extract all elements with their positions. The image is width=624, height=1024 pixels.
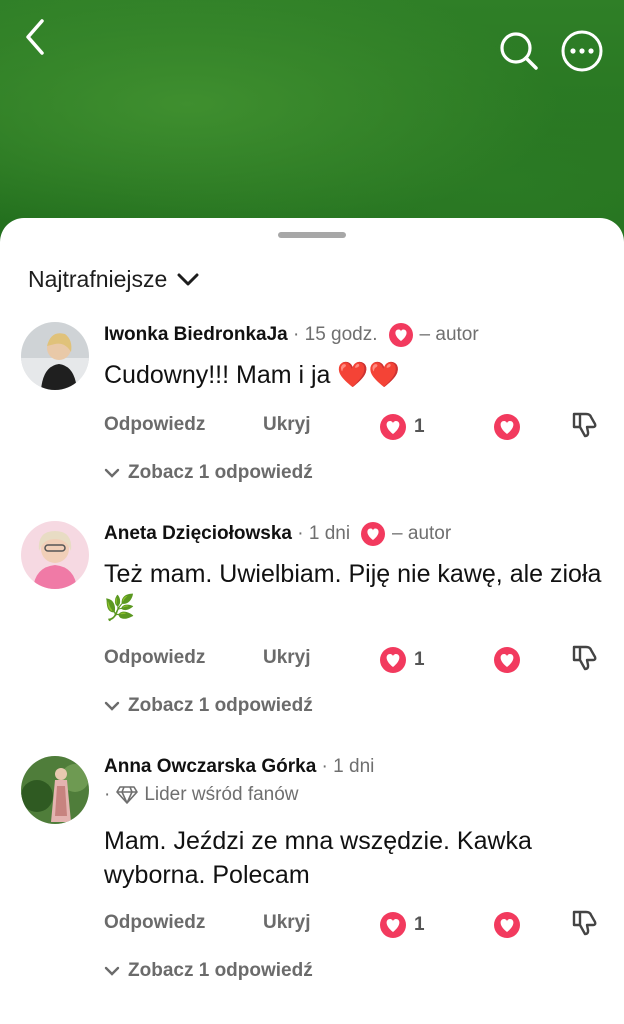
chevron-left-icon — [26, 19, 44, 55]
love-button[interactable] — [492, 910, 522, 945]
comment-text: Cudowny!!! Mam i ja ❤️❤️ — [104, 361, 400, 389]
comment-text: Też mam. Uwielbiam. Piję nie kawę, ale z… — [104, 560, 602, 622]
search-button[interactable] — [496, 28, 542, 74]
comment-text: Mam. Jeździ ze mna wszędzie. Kawka wybor… — [104, 827, 532, 889]
diamond-icon — [116, 786, 139, 804]
fan-badge: · Lider wśród fanów — [104, 784, 299, 805]
hide-button[interactable]: Ukryj — [263, 647, 311, 669]
author-tag: – autor — [419, 324, 479, 345]
author-heart-icon — [388, 322, 414, 348]
thumbs-down-icon — [572, 910, 597, 936]
sort-label: Najtrafniejsze — [28, 266, 168, 292]
dislike-button[interactable] — [568, 408, 600, 445]
hide-button[interactable]: Ukryj — [263, 912, 311, 934]
chevron-down-icon — [104, 701, 120, 711]
reply-button[interactable]: Odpowiedz — [104, 647, 205, 669]
view-replies-button[interactable]: Zobacz 1 odpowiedź — [104, 462, 313, 484]
chevron-down-icon — [104, 468, 120, 478]
comment-time: 1 dni — [333, 756, 375, 777]
love-button[interactable] — [492, 412, 522, 447]
heart-reaction-icon — [380, 647, 406, 673]
reply-button[interactable]: Odpowiedz — [104, 414, 205, 436]
love-button[interactable] — [492, 645, 522, 680]
heart-icon — [494, 414, 520, 440]
more-button[interactable] — [559, 28, 605, 74]
author-tag: – autor — [392, 523, 452, 544]
dislike-button[interactable] — [568, 641, 600, 678]
likes-count[interactable]: 1 — [378, 645, 425, 675]
search-icon — [500, 32, 538, 70]
view-replies-button[interactable]: Zobacz 1 odpowiedź — [104, 695, 313, 717]
likes-count[interactable]: 1 — [378, 910, 425, 940]
thumbs-down-icon — [572, 412, 597, 438]
hide-button[interactable]: Ukryj — [263, 414, 311, 436]
heart-reaction-icon — [380, 912, 406, 938]
sort-dropdown[interactable]: Najtrafniejsze — [28, 266, 199, 293]
chevron-down-icon — [104, 966, 120, 976]
comments-sheet: Najtrafniejsze Iwonka BiedronkaJa · 15 g… — [0, 218, 624, 1024]
avatar[interactable] — [21, 521, 89, 589]
likes-count[interactable]: 1 — [378, 412, 425, 442]
comment-author[interactable]: Aneta Dzięciołowska — [104, 523, 292, 545]
chevron-down-icon — [177, 273, 199, 285]
comment-time: 1 dni — [308, 523, 351, 544]
heart-icon — [494, 912, 520, 938]
view-replies-button[interactable]: Zobacz 1 odpowiedź — [104, 960, 313, 982]
thumbs-down-icon — [572, 645, 597, 671]
heart-reaction-icon — [380, 414, 406, 440]
comment-author[interactable]: Anna Owczarska Górka — [104, 756, 316, 778]
heart-icon — [494, 647, 520, 673]
sheet-drag-handle[interactable] — [278, 232, 346, 238]
comment-author[interactable]: Iwonka BiedronkaJa — [104, 324, 288, 346]
back-button[interactable] — [12, 14, 58, 60]
reply-button[interactable]: Odpowiedz — [104, 912, 205, 934]
avatar[interactable] — [21, 756, 89, 824]
comment-time: 15 godz. — [304, 324, 378, 345]
author-heart-icon — [360, 521, 386, 547]
more-horizontal-icon — [561, 30, 603, 72]
avatar[interactable] — [21, 322, 89, 390]
dislike-button[interactable] — [568, 906, 600, 943]
